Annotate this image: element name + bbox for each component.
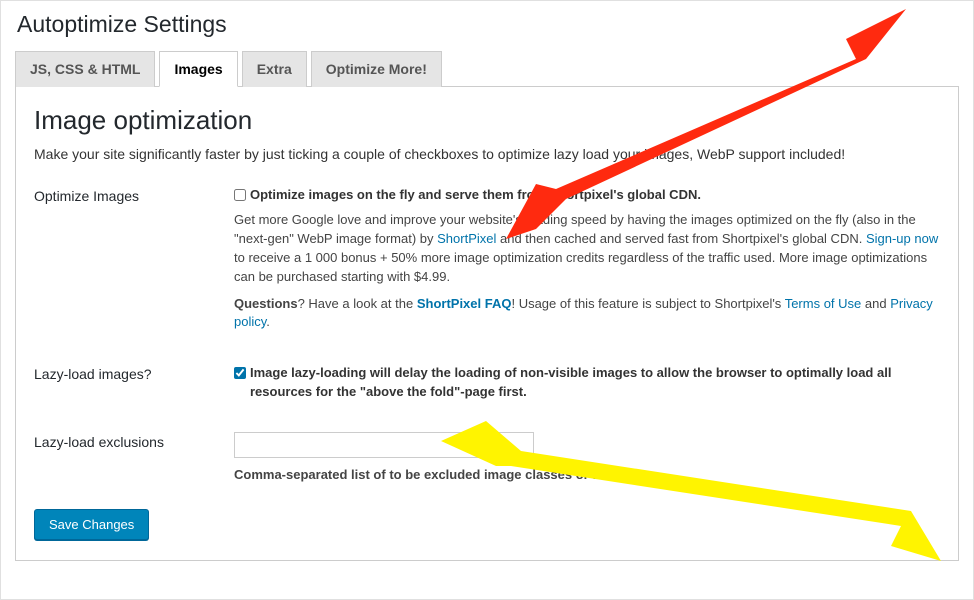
tab-js-css-html[interactable]: JS, CSS & HTML [15, 51, 155, 87]
tab-extra[interactable]: Extra [242, 51, 307, 87]
tabs: JS, CSS & HTML Images Extra Optimize Mor… [15, 50, 959, 87]
label-optimize-images: Optimize Images [34, 186, 234, 340]
row-optimize-images: Optimize Images Optimize images on the f… [34, 186, 940, 340]
row-lazy-load-exclusions: Lazy-load exclusions Comma-separated lis… [34, 432, 940, 485]
label-lazy-load-exclusions: Lazy-load exclusions [34, 432, 234, 485]
lazy-load-checkbox[interactable] [234, 367, 246, 379]
link-terms-of-use[interactable]: Terms of Use [785, 296, 862, 311]
optimize-images-description-2: Questions? Have a look at the ShortPixel… [234, 295, 940, 333]
link-shortpixel[interactable]: ShortPixel [437, 231, 496, 246]
optimize-images-checkbox-label[interactable]: Optimize images on the fly and serve the… [234, 186, 940, 205]
settings-panel: Image optimization Make your site signif… [15, 87, 959, 561]
lazy-load-checkbox-label[interactable]: Image lazy-loading will delay the loadin… [234, 364, 940, 402]
link-signup[interactable]: Sign-up now [866, 231, 938, 246]
tab-images[interactable]: Images [159, 51, 237, 87]
lazy-load-exclusions-input[interactable] [234, 432, 534, 458]
lazy-load-exclusions-help: Comma-separated list of to be excluded i… [234, 466, 940, 485]
label-lazy-load: Lazy-load images? [34, 364, 234, 408]
tab-optimize-more[interactable]: Optimize More! [311, 51, 442, 87]
section-title: Image optimization [34, 105, 940, 136]
link-shortpixel-faq[interactable]: ShortPixel FAQ [417, 296, 512, 311]
row-lazy-load: Lazy-load images? Image lazy-loading wil… [34, 364, 940, 408]
save-button[interactable]: Save Changes [34, 509, 149, 540]
page-title: Autoptimize Settings [15, 11, 959, 38]
section-description: Make your site significantly faster by j… [34, 144, 940, 164]
optimize-images-description-1: Get more Google love and improve your we… [234, 211, 940, 286]
optimize-images-checkbox[interactable] [234, 189, 246, 201]
